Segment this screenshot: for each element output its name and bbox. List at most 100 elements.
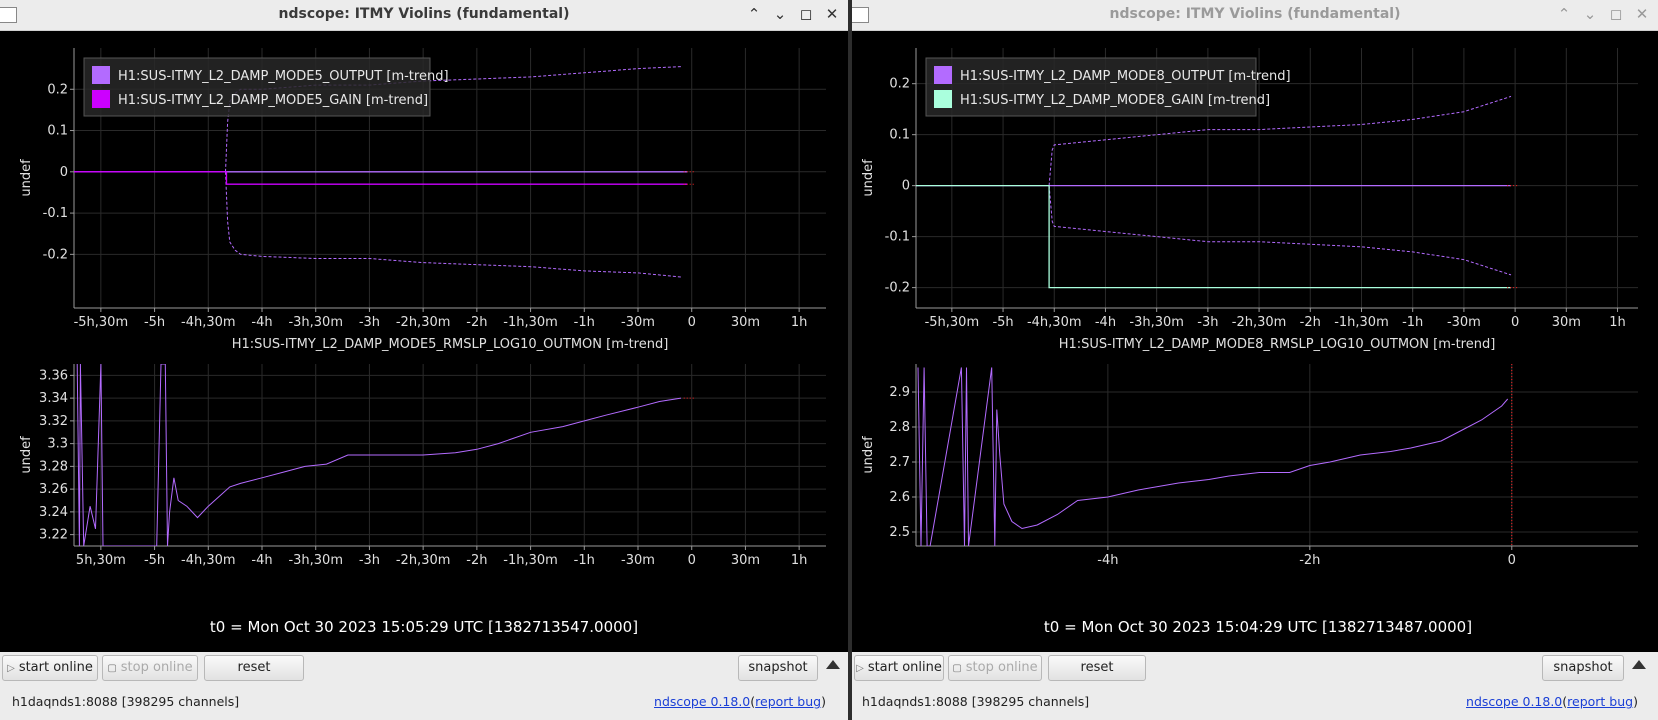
report-bug-link[interactable]: report bug — [1567, 694, 1633, 709]
reset-button[interactable]: reset — [1048, 655, 1146, 681]
y-tick-label: -0.1 — [885, 230, 910, 245]
start-online-button[interactable]: ▷ start online — [2, 655, 98, 681]
x-tick-label: -5h — [144, 315, 165, 330]
y-tick-label: 0.2 — [47, 82, 68, 97]
y-tick-label: 3.34 — [39, 391, 68, 406]
title-bar[interactable]: ndscope: ITMY Violins (fundamental) ⌃ ⌄ … — [852, 0, 1658, 31]
ndscope-window-left: ndscope: ITMY Violins (fundamental) ⌃ ⌄ … — [0, 0, 848, 720]
minimize-window-icon[interactable]: ⌄ — [770, 4, 790, 24]
version-info: ndscope 0.18.0(report bug) — [1466, 694, 1638, 709]
play-icon: ▷ — [856, 663, 864, 674]
x-tick-label: -4h,30m — [181, 315, 236, 330]
reset-button[interactable]: reset — [204, 655, 304, 681]
x-tick-label: -1h,30m — [503, 553, 558, 568]
maximize-icon[interactable]: ◻ — [796, 4, 816, 24]
x-tick-label: -2h,30m — [1232, 315, 1287, 330]
y-axis-label: undef — [19, 436, 34, 474]
x-tick-label: -1h — [574, 553, 595, 568]
close-icon[interactable]: ✕ — [1632, 4, 1652, 24]
y-tick-label: 2.8 — [889, 420, 910, 435]
y-tick-label: 3.3 — [47, 437, 68, 452]
series-line — [76, 364, 682, 546]
legend[interactable]: H1:SUS-ITMY_L2_DAMP_MODE5_OUTPUT [m-tren… — [83, 57, 449, 117]
y-tick-label: 0 — [902, 179, 910, 194]
x-tick-label: -5h,30m — [74, 315, 129, 330]
plot-bottom[interactable]: -4h -2h 0 2.5 2.6 2.7 2.8 2.9 undef H1:SUS-ITMY_L… — [861, 337, 1638, 568]
play-icon: ▷ — [7, 663, 15, 674]
x-tick-label: -30m — [621, 315, 655, 330]
close-icon[interactable]: ✕ — [822, 4, 842, 24]
x-tick-label: -4h,30m — [1027, 315, 1082, 330]
status-bar: h1daqnds1:8088 [398295 channels] ndscope… — [852, 686, 1658, 720]
x-tick-label: 30m — [1552, 315, 1581, 330]
x-tick-label: -3h,30m — [1129, 315, 1184, 330]
t0-label: t0 = Mon Oct 30 2023 15:04:29 UTC [13827… — [1044, 618, 1472, 636]
x-tick-label: -2h,30m — [396, 553, 451, 568]
plot-bottom[interactable]: 5h,30m -5h -4h,30m -4h -3h,30m -3h -2h,30m -2h -… — [19, 337, 826, 568]
start-online-button[interactable]: ▷ start online — [854, 655, 944, 681]
legend-swatch — [92, 90, 110, 108]
y-tick-label: 0.1 — [47, 124, 68, 139]
x-tick-label: -1h,30m — [503, 315, 558, 330]
stop-online-button[interactable]: ▢ stop online — [948, 655, 1042, 681]
plot-area[interactable]: -5h,30m -5h -4h,30m -4h -3h,30m -3h -2h,30m -2h… — [0, 30, 848, 652]
version-link[interactable]: ndscope 0.18.0 — [654, 694, 750, 709]
x-tick-label: -1h,30m — [1334, 315, 1389, 330]
y-tick-label: 3.24 — [39, 505, 68, 520]
y-tick-label: -0.2 — [43, 247, 68, 262]
legend-swatch — [934, 66, 952, 84]
nds-server-status: h1daqnds1:8088 [398295 channels] — [12, 694, 240, 709]
nds-server-status: h1daqnds1:8088 [398295 channels] — [862, 694, 1090, 709]
minimize-icon[interactable]: ⌃ — [744, 4, 764, 24]
title-bar[interactable]: ndscope: ITMY Violins (fundamental) ⌃ ⌄ … — [0, 0, 848, 31]
minimize-icon[interactable]: ⌃ — [1554, 4, 1574, 24]
toolbar: ▷ start online ▢ stop online reset snapsho… — [852, 652, 1658, 686]
series-line — [74, 171, 688, 185]
x-tick-label: -4h — [1095, 315, 1116, 330]
y-tick-label: 3.32 — [39, 414, 68, 429]
x-tick-label: -3h — [359, 553, 380, 568]
legend-label: H1:SUS-ITMY_L2_DAMP_MODE8_OUTPUT [m-tren… — [960, 69, 1291, 84]
toolbar: ▷ start online ▢ stop online reset snapsho… — [0, 652, 848, 686]
expand-triangle-icon[interactable] — [1632, 660, 1646, 669]
x-tick-label: -4h,30m — [181, 553, 236, 568]
stop-online-button[interactable]: ▢ stop online — [102, 655, 198, 681]
x-tick-label: 1h — [791, 553, 808, 568]
x-tick-label: -4h — [1097, 553, 1118, 568]
y-tick-label: 0 — [60, 165, 68, 180]
y-tick-label: 3.22 — [39, 528, 68, 543]
expand-triangle-icon[interactable] — [826, 660, 840, 669]
x-tick-label: -5h,30m — [925, 315, 980, 330]
x-tick-label: 30m — [731, 553, 760, 568]
y-axis-label: undef — [861, 436, 876, 474]
plot-top[interactable]: -5h,30m -5h -4h,30m -4h -3h,30m -3h -2h,30m -2h… — [19, 48, 826, 330]
plot-area[interactable]: -5h,30m -5h -4h,30m -4h -3h,30m -3h -2h,30m -2h… — [852, 30, 1658, 652]
maximize-icon[interactable]: ◻ — [1606, 4, 1626, 24]
x-tick-label: 1h — [791, 315, 808, 330]
x-tick-label: 1h — [1609, 315, 1626, 330]
x-tick-label: 0 — [688, 315, 696, 330]
x-tick-label: -3h,30m — [288, 553, 343, 568]
version-link[interactable]: ndscope 0.18.0 — [1466, 694, 1562, 709]
x-tick-label: -3h — [1197, 315, 1218, 330]
y-tick-label: -0.2 — [885, 281, 910, 296]
y-axis-label: undef — [19, 159, 34, 197]
legend-swatch — [92, 66, 110, 84]
x-tick-label: -4h — [251, 315, 272, 330]
y-tick-label: 3.26 — [39, 482, 68, 497]
plot-top[interactable]: -5h,30m -5h -4h,30m -4h -3h,30m -3h -2h,30m -2h… — [861, 48, 1638, 330]
stop-icon: ▢ — [107, 663, 117, 674]
minimize-window-icon[interactable]: ⌄ — [1580, 4, 1600, 24]
x-tick-label: -1h — [1402, 315, 1423, 330]
x-tick-label: -1h — [574, 315, 595, 330]
legend-label: H1:SUS-ITMY_L2_DAMP_MODE8_GAIN [m-trend] — [960, 93, 1270, 108]
report-bug-link[interactable]: report bug — [755, 694, 821, 709]
legend-swatch — [934, 90, 952, 108]
snapshot-button[interactable]: snapshot — [738, 655, 818, 681]
snapshot-button[interactable]: snapshot — [1542, 655, 1624, 681]
y-axis-label: undef — [861, 159, 876, 197]
legend[interactable]: H1:SUS-ITMY_L2_DAMP_MODE8_OUTPUT [m-tren… — [925, 57, 1291, 117]
stop-icon: ▢ — [952, 663, 962, 674]
x-tick-label: -5h — [144, 553, 165, 568]
window-title: ndscope: ITMY Violins (fundamental) — [278, 6, 570, 22]
